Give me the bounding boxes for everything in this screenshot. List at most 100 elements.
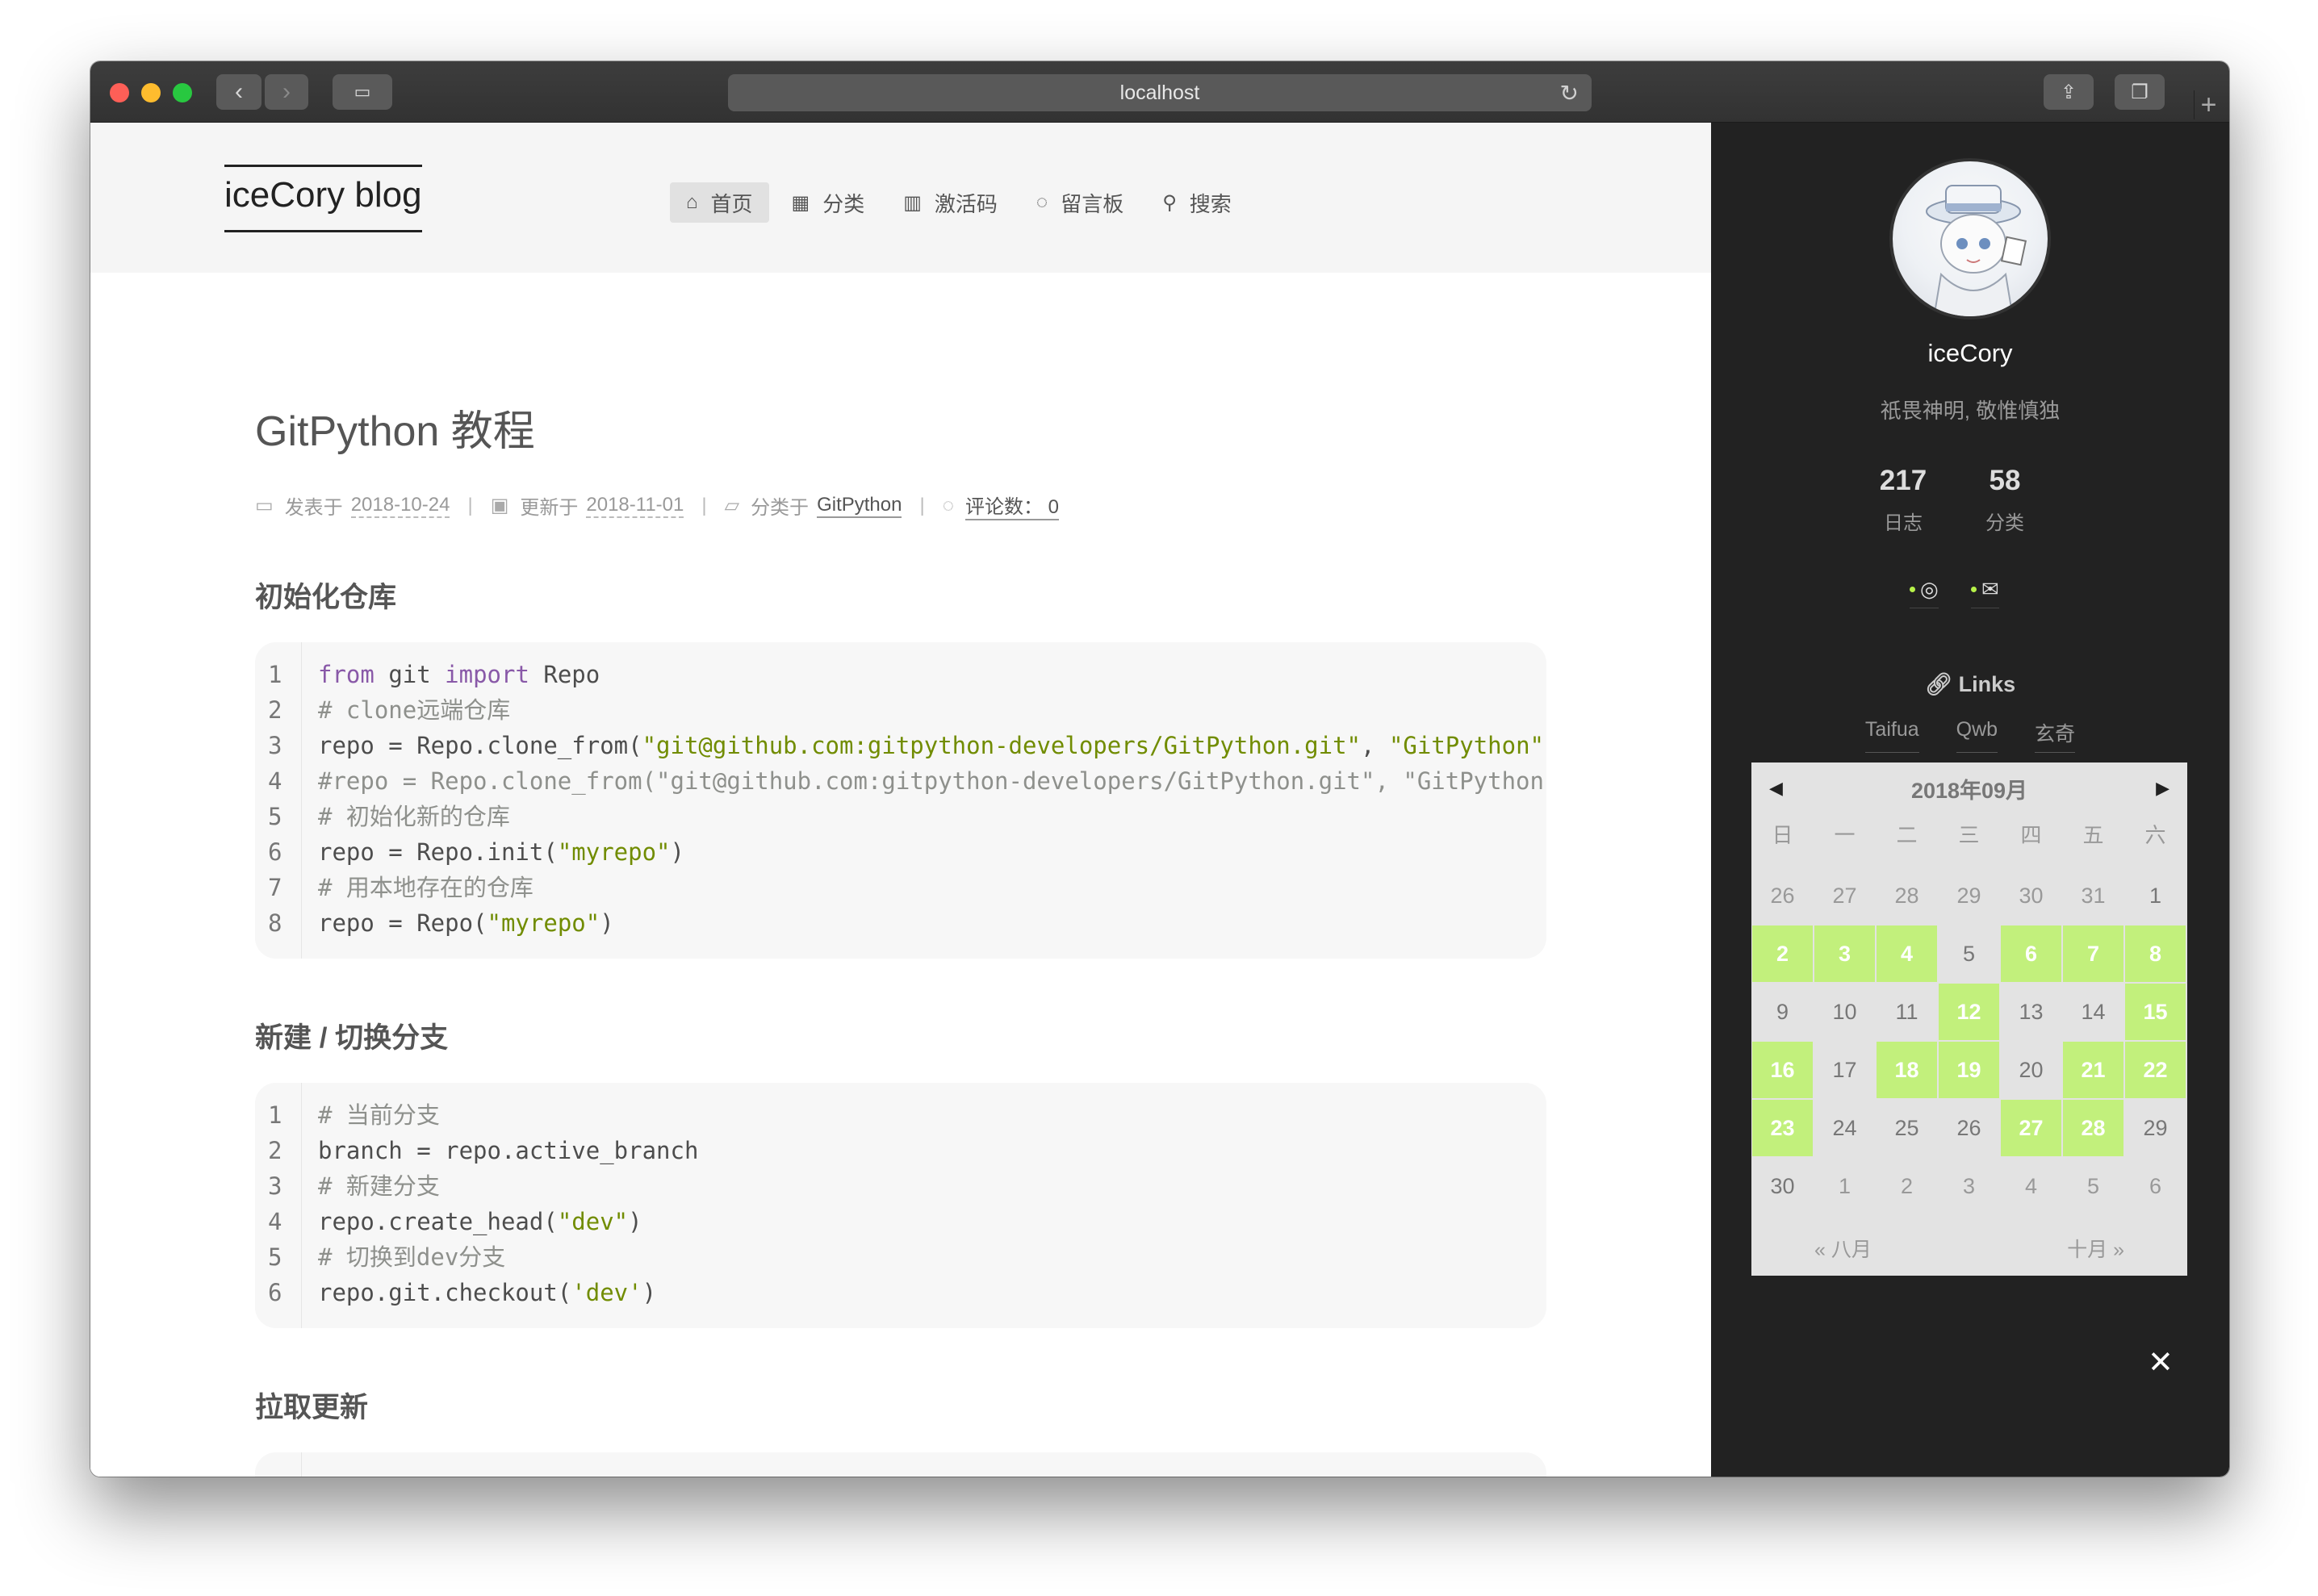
code-token: # clone远端仓库 [318,696,511,724]
line-number: 6 [268,838,282,866]
code-token: from [318,661,374,688]
calendar-day[interactable]: 14 [2063,984,2123,1040]
post-meta: ▭ 发表于 2018-10-24 | ▣ 更新于 2018-11-01 | ▱ … [255,491,1059,520]
calendar-month: 2018年09月 [1910,778,2028,803]
code-token: repo = Repo.init( [318,838,558,866]
comments-link[interactable]: 评论数： 0 [964,491,1059,520]
calendar-day[interactable]: 23 [1752,1100,1813,1156]
prev-month-link[interactable]: « 八月 [1814,1234,1872,1263]
calendar-day[interactable]: 19 [1939,1042,1999,1098]
nav-item-2[interactable]: ▥ 激活码 [887,182,1014,223]
reload-icon[interactable]: ↻ [1560,80,1579,107]
site-brand[interactable]: iceCory blog [224,165,422,232]
home-icon: ⌂ [686,191,698,213]
friend-links: Taifua Qwb 玄奇 [1711,718,2229,753]
code-text: branch = repo.active_branch [318,1133,698,1168]
barcode-icon: ▥ [903,191,922,214]
stat-value: 58 [1989,465,2021,496]
comment-icon: ◌ [1036,191,1048,213]
nav-item-4[interactable]: ⚲ 搜索 [1146,182,1248,223]
calendar-day[interactable]: 22 [2125,1042,2186,1098]
calendar-day[interactable]: 8 [2125,925,2186,982]
nav-label: 激活码 [934,191,998,216]
stat-posts[interactable]: 217 日志 [1863,465,1944,535]
stat-categories[interactable]: 58 分类 [1964,465,2045,535]
forward-button[interactable]: › [265,74,308,110]
calendar-day[interactable]: 25 [1877,1100,1937,1156]
weekday-label: 六 [2144,823,2166,847]
calendar-day[interactable]: 24 [1814,1100,1875,1156]
share-button[interactable]: ⇪ [2044,74,2094,110]
new-tab-button[interactable]: + [2194,90,2223,119]
friend-link[interactable]: Taifua [1864,718,1919,753]
calendar-day[interactable]: 12 [1939,984,1999,1040]
category-link[interactable]: GitPython [817,494,902,518]
calendar-day[interactable]: 30 [1752,1158,1813,1214]
share-icon: ⇪ [2060,81,2077,103]
calendar-day[interactable]: 3 [1814,925,1875,982]
code-text: repo.create_head("dev") [318,1204,642,1239]
line-number: 6 [268,1279,282,1306]
calendar-day: 2 [1900,1174,1914,1198]
calendar-day[interactable]: 11 [1877,984,1937,1040]
sidebar-icon: ▭ [354,81,371,102]
minimize-window-button[interactable] [141,83,161,102]
code-token: "myrepo" [487,909,600,937]
prev-month-arrow-icon[interactable]: ◀ [1769,778,1783,799]
calendar-footer: « 八月 十月 » [1751,1234,2187,1263]
code-token: ) [628,1208,642,1235]
section-heading: 新建 / 切换分支 [255,1022,449,1054]
code-token: # 切换到dev分支 [318,1243,506,1271]
calendar-day[interactable]: 13 [2001,984,2061,1040]
nav-label: 留言板 [1061,191,1124,216]
calendar-day[interactable]: 18 [1877,1042,1937,1098]
calendar-day[interactable]: 1 [2125,867,2186,924]
friend-link[interactable]: Qwb [1956,718,1998,753]
nav-item-1[interactable]: ▦ 分类 [776,182,881,223]
calendar-day: 3 [1962,1174,1976,1198]
code-token: # 新建分支 [318,1172,440,1200]
github-link[interactable]: ◎ [1910,576,1939,608]
calendar-day: 29 [1956,884,1981,908]
calendar-day[interactable]: 15 [2125,984,2186,1040]
calendar-day[interactable]: 29 [2125,1100,2186,1156]
category-label: 分类于 [751,497,810,519]
close-sidebar-icon[interactable]: ✕ [2148,1344,2174,1381]
code-block: 1 # 当前分支 2 branch = repo.active_branch 3 # 新建… [255,1083,1546,1328]
back-button[interactable]: ‹ [216,74,262,110]
sidebar-toggle-button[interactable]: ▭ [333,74,392,110]
calendar-day[interactable]: 26 [1939,1100,1999,1156]
tabs-button[interactable]: ❐ [2115,74,2165,110]
avatar-illustration [1926,185,2027,316]
calendar-day[interactable]: 7 [2063,925,2123,982]
nav-item-0[interactable]: ⌂ 首页 [670,182,769,223]
calendar-day[interactable]: 27 [2001,1100,2061,1156]
calendar-widget: ◀ 2018年09月 ▶ 日一二三四五六 26 27 28 29 30 31 1 2 3 4 5 6 7… [1751,762,2187,1276]
code-text: from git import Repo [318,657,600,692]
calendar-day[interactable]: 17 [1814,1042,1875,1098]
calendar-day: 28 [1894,884,1919,908]
calendar-day[interactable]: 6 [2001,925,2061,982]
next-month-arrow-icon[interactable]: ▶ [2156,778,2169,799]
line-number: 3 [268,1172,282,1200]
calendar-day[interactable]: 16 [1752,1042,1813,1098]
calendar-day[interactable]: 4 [1877,925,1937,982]
line-number: 3 [268,732,282,759]
code-token: 'dev' [571,1279,642,1306]
friend-link[interactable]: 玄奇 [2035,718,2076,753]
zoom-window-button[interactable] [173,83,192,102]
calendar-day[interactable]: 20 [2001,1042,2061,1098]
next-month-link[interactable]: 十月 » [2067,1234,2124,1263]
nav-item-3[interactable]: ◌ 留言板 [1020,182,1140,223]
calendar-day[interactable]: 21 [2063,1042,2123,1098]
calendar-day[interactable]: 5 [1939,925,1999,982]
email-link[interactable]: ✉ [1971,576,1999,608]
address-bar[interactable]: localhost ↻ [728,74,1592,111]
calendar-day[interactable]: 9 [1752,984,1813,1040]
calendar-day[interactable]: 28 [2063,1100,2123,1156]
link-dot [1971,587,1977,592]
calendar-day[interactable]: 2 [1752,925,1813,982]
calendar-day[interactable]: 10 [1814,984,1875,1040]
close-window-button[interactable] [110,83,129,102]
